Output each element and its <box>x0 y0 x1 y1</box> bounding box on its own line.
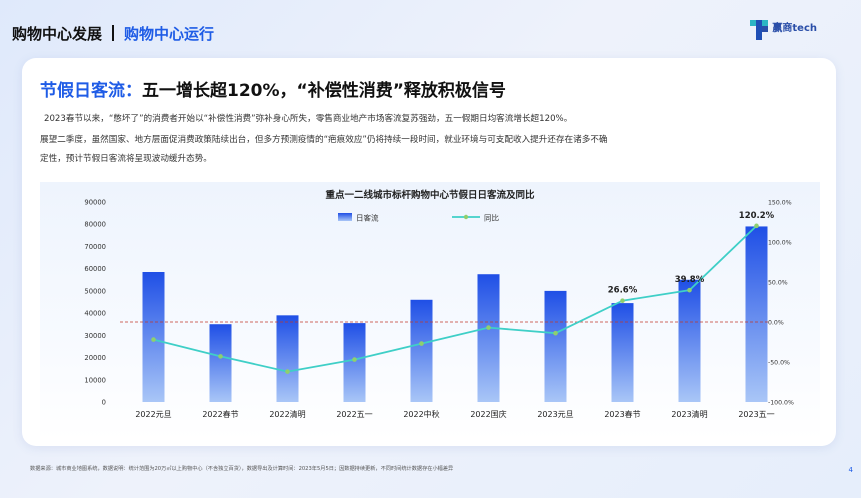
title-rest: 五一增长超120%，“补偿性消费”释放积极信号 <box>142 81 506 101</box>
bar-series <box>142 226 768 402</box>
right-axis-tick-label: 100.0% <box>768 240 792 247</box>
left-axis-tick-label: 60000 <box>84 265 106 273</box>
line-point <box>285 369 290 374</box>
paragraph-2-line-1: 展望二季度，虽然国家、地方层面促消费政策陆续出台，但多方预测疫情的“疤痕效应”仍… <box>40 135 608 145</box>
x-axis-tick-label: 2023春节 <box>604 409 640 419</box>
title-accent: 节假日客流： <box>40 81 142 101</box>
legend-line-label: 同比 <box>484 213 499 223</box>
left-axis-tick-label: 90000 <box>84 199 106 207</box>
line-point <box>486 325 491 330</box>
header-divider <box>112 25 115 41</box>
bar <box>142 272 165 402</box>
line-point <box>754 223 759 229</box>
data-label: 39.8% <box>675 275 705 285</box>
right-axis-tick-label: 0.0% <box>768 320 784 327</box>
bar <box>745 226 768 402</box>
x-axis-tick-label: 2022五一 <box>336 410 372 419</box>
logo-icon <box>750 18 769 40</box>
x-axis-labels: 2022元旦 2022春节 2022清明 2022五一 2022中秋 2022国庆 2023… <box>135 409 774 419</box>
left-axis-tick-label: 10000 <box>84 376 106 384</box>
line-point <box>352 357 357 362</box>
right-axis-tick-label: -100.0% <box>768 400 794 407</box>
x-axis-tick-label: 2022清明 <box>269 409 305 419</box>
yoy-line <box>153 225 758 373</box>
bar <box>209 324 232 402</box>
page-number: 4 <box>848 466 853 474</box>
line-point <box>620 298 625 304</box>
x-axis-tick-label: 2022国庆 <box>470 409 506 419</box>
line-point <box>553 330 558 336</box>
data-label: 120.2% <box>739 211 775 221</box>
paragraph-2-line-2: 定性，预计节假日客流将呈现波动缓升态势。 <box>40 154 212 164</box>
right-axis-tick-label: 150.0% <box>768 200 792 207</box>
right-axis-tick-label: 50.0% <box>768 280 788 287</box>
brand-logo: 赢商tech <box>750 18 817 40</box>
bar <box>678 279 701 402</box>
right-axis: -100.0% -50.0% 0.0% 50.0% 100.0% 150.0% <box>768 200 794 407</box>
data-label: 26.6% <box>608 286 638 296</box>
line-series <box>151 223 759 374</box>
x-axis-tick-label: 2023清明 <box>671 409 707 419</box>
x-axis-tick-label: 2022元旦 <box>135 410 171 419</box>
legend-bar-label: 日客流 <box>356 213 379 223</box>
slide-title: 节假日客流：五一增长超120%，“补偿性消费”释放积极信号 <box>40 76 506 101</box>
line-point <box>687 287 692 293</box>
line-point <box>218 354 223 359</box>
x-axis-tick-label: 2023元旦 <box>537 410 573 419</box>
x-axis-tick-label: 2022中秋 <box>403 409 439 419</box>
section-title: 购物中心发展 <box>12 24 103 43</box>
left-axis-tick-label: 50000 <box>84 287 106 295</box>
left-axis-tick-label: 70000 <box>84 243 106 251</box>
legend-line-marker <box>463 214 469 220</box>
chart-legend: 日客流 同比 <box>338 213 499 223</box>
paragraph-1: 2023春节以来，“憋坏了”的消费者开始以“补偿性消费”弥补身心所失，零售商业地… <box>44 114 573 124</box>
bar <box>544 290 567 402</box>
content-card: 节假日客流：五一增长超120%，“补偿性消费”释放积极信号 2023春节以来，“… <box>22 58 836 446</box>
subsection-title: 购物中心运行 <box>124 24 215 43</box>
chart-title: 重点一二线城市标杆购物中心节假日日客流及同比 <box>325 189 535 201</box>
bar <box>276 315 299 402</box>
chart-area: 重点一二线城市标杆购物中心节假日日客流及同比 日客流 同比 0 10000 2000… <box>40 182 820 440</box>
bar <box>410 299 433 402</box>
bar <box>343 323 366 402</box>
left-axis-tick-label: 0 <box>102 399 106 407</box>
line-point <box>151 337 156 342</box>
x-axis-tick-label: 2023五一 <box>738 410 774 419</box>
right-axis-tick-label: -50.0% <box>768 360 790 367</box>
x-axis-tick-label: 2022春节 <box>202 409 238 419</box>
left-axis-tick-label: 40000 <box>84 310 106 318</box>
header: 购物中心发展 购物中心运行 <box>12 22 214 44</box>
bar <box>477 274 500 402</box>
combo-chart: 重点一二线城市标杆购物中心节假日日客流及同比 日客流 同比 0 10000 2000… <box>84 189 794 419</box>
left-axis-tick-label: 80000 <box>84 221 106 229</box>
logo-name: 赢商tech <box>772 23 817 34</box>
left-axis: 0 10000 20000 30000 40000 50000 60000 70000 8000… <box>84 199 106 407</box>
footnote: 数据来源：城市商业地图系统，数据说明：统计范围为20万㎡以上购物中心（不含独立百… <box>30 466 454 472</box>
left-axis-tick-label: 30000 <box>84 332 106 340</box>
bar <box>611 303 634 402</box>
left-axis-tick-label: 20000 <box>84 354 106 362</box>
line-point <box>419 341 424 346</box>
legend-bar-swatch <box>338 213 352 221</box>
